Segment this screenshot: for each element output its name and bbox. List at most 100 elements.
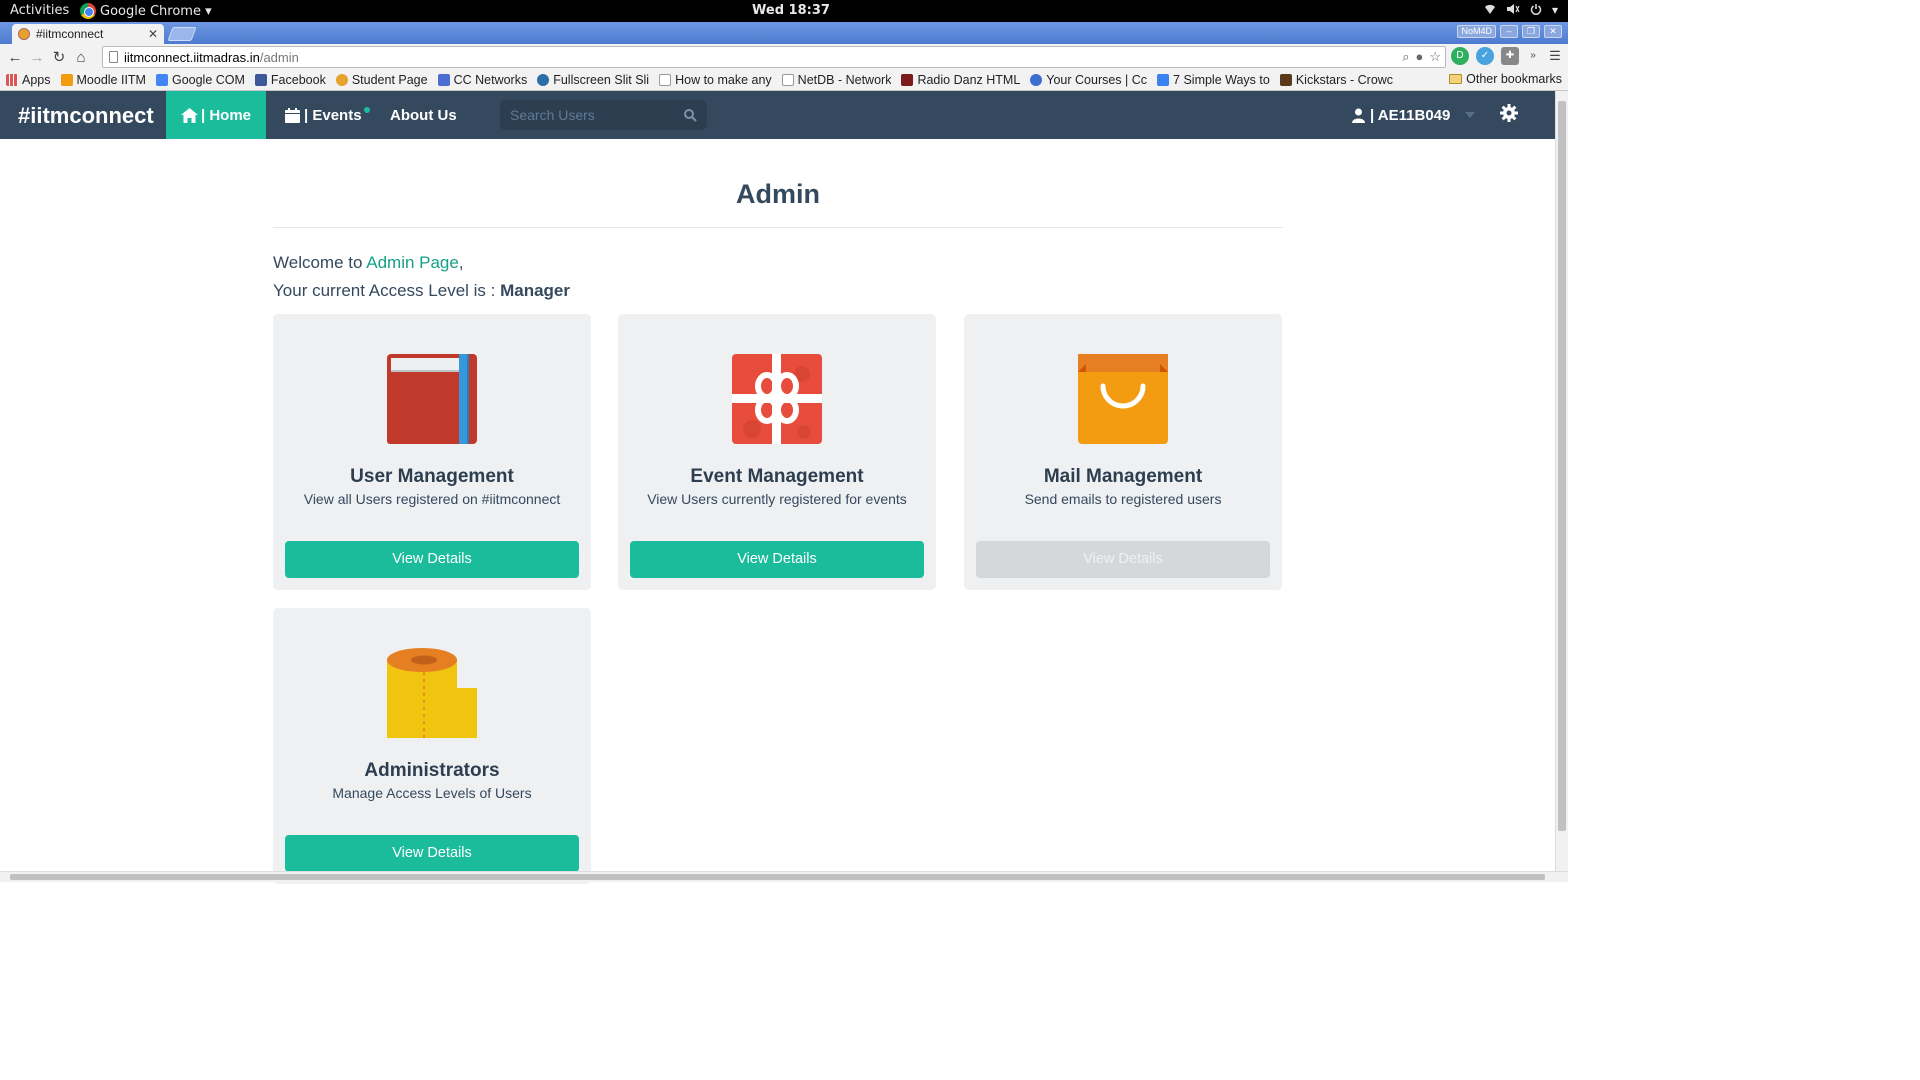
view-details-button[interactable]: View Details xyxy=(630,541,924,578)
medium-icon xyxy=(1157,74,1170,86)
close-window-icon[interactable]: ✕ xyxy=(1544,25,1562,38)
minimize-icon[interactable]: – xyxy=(1500,25,1518,38)
menu-icon[interactable]: ☰ xyxy=(1546,47,1564,65)
bookmark-apps[interactable]: Apps xyxy=(6,73,51,87)
address-bar[interactable]: iitmconnect.iitmadras.in/admin ⌕ ● ☆ xyxy=(102,46,1446,68)
site-navbar: #iitmconnect | Home | Events About Us | … xyxy=(0,91,1555,139)
nav-home-label: | Home xyxy=(200,106,252,124)
new-tab-button[interactable] xyxy=(167,27,197,41)
activities-button[interactable]: Activities xyxy=(10,3,69,18)
radio-danz-icon xyxy=(901,74,914,86)
search-icon[interactable] xyxy=(684,108,697,122)
bookmark-cc-networks[interactable]: CC Networks xyxy=(437,73,527,87)
apps-grid-icon xyxy=(6,74,18,86)
app-menu[interactable]: Google Chrome ▾ xyxy=(80,3,212,19)
bookmark-radio-danz[interactable]: Radio Danz HTML xyxy=(901,73,1020,87)
user-id: | AE11B049 xyxy=(1370,106,1451,124)
nav-about-label: About Us xyxy=(390,106,457,124)
page-icon xyxy=(781,74,794,86)
card-description: View all Users registered on #iitmconnec… xyxy=(303,491,561,507)
view-details-button-disabled[interactable]: View Details xyxy=(976,541,1270,578)
calendar-icon xyxy=(285,107,300,123)
horizontal-scrollbar[interactable] xyxy=(0,871,1568,882)
restore-icon[interactable]: ❐ xyxy=(1522,25,1540,38)
chevron-down-icon xyxy=(1465,112,1476,118)
chevron-down-icon: ▾ xyxy=(1551,3,1558,17)
bookmark-kickstars[interactable]: Kickstars - Crowc xyxy=(1279,73,1393,87)
card-title: Event Management xyxy=(690,466,864,487)
access-level: Manager xyxy=(500,281,571,300)
extension-puzzle-icon[interactable]: ✚ xyxy=(1501,47,1519,65)
nav-about[interactable]: About Us xyxy=(390,91,457,139)
search-input[interactable] xyxy=(510,107,670,123)
other-bookmarks[interactable]: Other bookmarks xyxy=(1449,72,1562,86)
profile-badge[interactable]: NoM4D xyxy=(1457,25,1496,38)
browser-tab[interactable]: #iitmconnect ✕ xyxy=(12,24,164,44)
app-menu-label: Google Chrome ▾ xyxy=(100,3,212,19)
admin-page-link[interactable]: Admin Page xyxy=(366,253,459,272)
cc-networks-icon xyxy=(437,74,450,86)
tab-title: #iitmconnect xyxy=(36,27,104,41)
volume-icon xyxy=(1506,3,1520,18)
site-brand[interactable]: #iitmconnect xyxy=(18,103,154,129)
welcome-text: Welcome to Admin Page, Your current Acce… xyxy=(273,253,571,300)
card-description: View Users currently registered for even… xyxy=(647,491,907,507)
bookmark-fullscreen-slit[interactable]: Fullscreen Slit Sli xyxy=(537,73,649,87)
web-page: #iitmconnect | Home | Events About Us | … xyxy=(0,91,1555,884)
bookmark-student-page[interactable]: Student Page xyxy=(335,73,428,87)
home-icon[interactable]: ⌂ xyxy=(70,49,92,66)
card-user-management: User Management View all Users registere… xyxy=(273,314,591,590)
bookmark-how-to-make[interactable]: How to make any xyxy=(659,73,772,87)
scrollbar-thumb[interactable] xyxy=(10,874,1545,880)
page-icon xyxy=(659,74,672,86)
wifi-icon xyxy=(1484,3,1496,18)
clock[interactable]: Wed 18:37 xyxy=(752,3,830,18)
close-tab-icon[interactable]: ✕ xyxy=(148,27,158,41)
moodle-icon xyxy=(60,74,73,86)
extension-blue-icon[interactable]: ✓ xyxy=(1476,47,1494,65)
card-title: Administrators xyxy=(364,760,500,781)
book-icon xyxy=(387,354,477,444)
reload-icon[interactable]: ↻ xyxy=(48,48,70,66)
courses-icon xyxy=(1030,74,1043,86)
star-icon[interactable]: ☆ xyxy=(1429,49,1441,65)
user-menu[interactable]: | AE11B049 xyxy=(1352,91,1476,139)
view-details-button[interactable]: View Details xyxy=(285,541,579,578)
shopping-bag-icon xyxy=(1078,354,1168,444)
home-icon xyxy=(180,107,198,123)
zoom-icon[interactable]: ⌕ xyxy=(1402,49,1409,65)
nav-home[interactable]: | Home xyxy=(166,91,266,139)
url-host: iitmconnect.iitmadras.in xyxy=(124,49,260,65)
bookmark-your-courses[interactable]: Your Courses | Cc xyxy=(1030,73,1147,87)
settings-gear-icon[interactable] xyxy=(1500,104,1518,127)
forward-icon[interactable]: → xyxy=(26,49,48,66)
browser-toolbar: ← → ↻ ⌂ iitmconnect.iitmadras.in/admin ⌕… xyxy=(0,44,1568,70)
nav-events-label: | Events xyxy=(304,106,362,124)
bookmark-facebook[interactable]: Facebook xyxy=(254,73,326,87)
card-event-management: Event Management View Users currently re… xyxy=(618,314,936,590)
bookmark-7-simple-ways[interactable]: 7 Simple Ways to xyxy=(1157,73,1270,87)
extension-green-icon[interactable]: D xyxy=(1451,47,1469,65)
tab-strip: #iitmconnect ✕ NoM4D – ❐ ✕ xyxy=(0,22,1568,44)
title-divider xyxy=(273,227,1283,228)
card-mail-management: Mail Management Send emails to registere… xyxy=(964,314,1282,590)
nav-events[interactable]: | Events xyxy=(285,91,370,139)
bookmark-moodle[interactable]: Moodle IITM xyxy=(60,73,146,87)
facebook-icon xyxy=(254,74,267,86)
gift-icon xyxy=(732,354,822,444)
card-title: User Management xyxy=(350,466,514,487)
back-icon[interactable]: ← xyxy=(4,49,26,66)
system-tray[interactable]: ▾ xyxy=(1484,3,1558,18)
view-details-button[interactable]: View Details xyxy=(285,835,579,872)
more-extensions-icon[interactable]: » xyxy=(1524,47,1542,65)
user-icon xyxy=(1352,108,1365,123)
os-top-bar: Activities Google Chrome ▾ Wed 18:37 ▾ xyxy=(0,0,1568,22)
bookmark-netdb[interactable]: NetDB - Network xyxy=(781,73,891,87)
scrollbar-thumb[interactable] xyxy=(1558,101,1566,831)
search-box xyxy=(500,100,707,130)
lightbulb-icon[interactable]: ● xyxy=(1415,49,1423,65)
vertical-scrollbar[interactable] xyxy=(1555,91,1568,871)
fullscreen-slit-icon xyxy=(537,74,550,86)
bookmark-google-com[interactable]: Google COM xyxy=(155,73,245,87)
page-title: Admin xyxy=(736,179,820,209)
